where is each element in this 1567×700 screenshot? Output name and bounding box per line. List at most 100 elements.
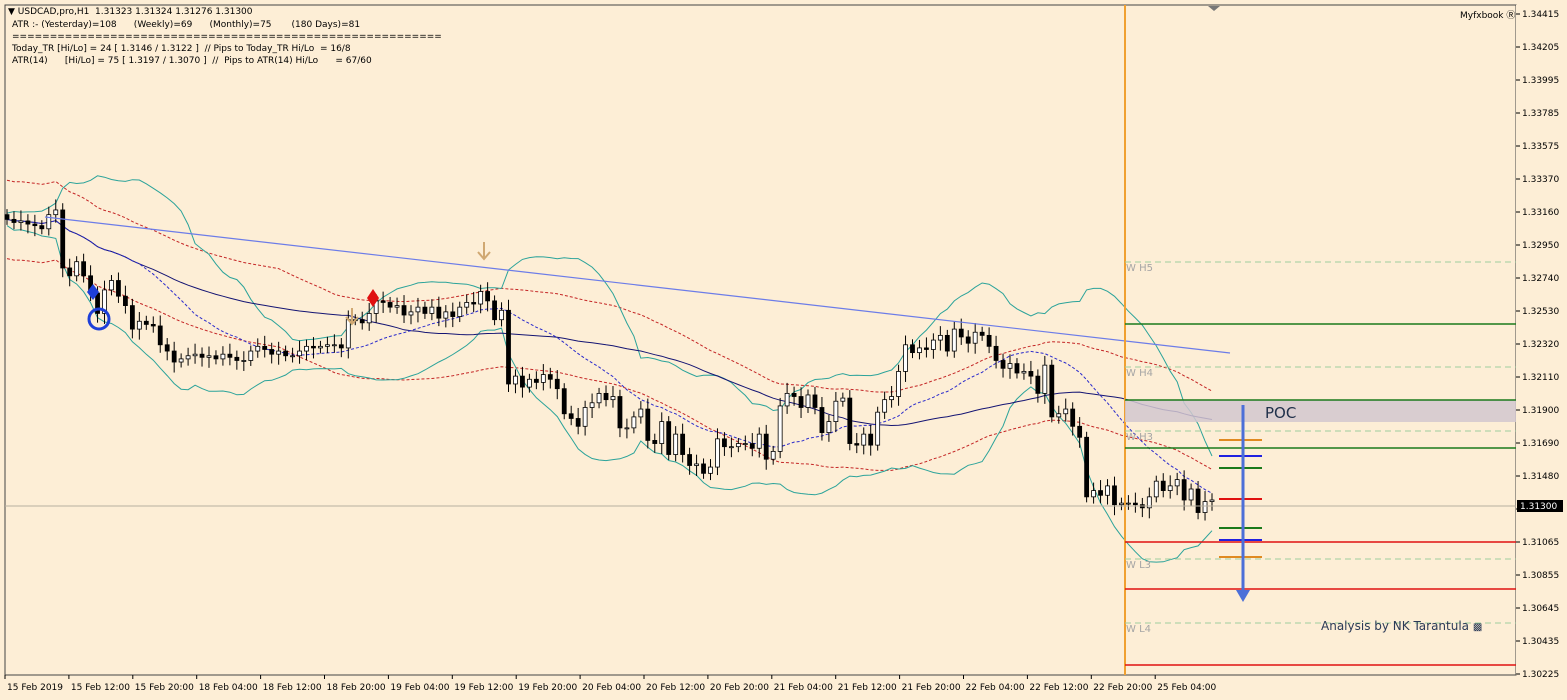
candle-body [547,374,553,380]
candle-body [561,388,567,415]
myfxbook-brand: Myfxbook Ⓡ [1460,11,1516,21]
x-tick-label: 20 Feb 20:00 [710,683,769,693]
moving-average [6,218,1213,427]
candle-body [269,349,275,355]
candle-body [53,209,59,216]
candle-body [617,396,623,429]
y-tick-label: 1.34205 [1522,43,1559,53]
candle-body [1132,502,1138,506]
x-tick-label: 15 Feb 2019 [7,683,63,693]
pivot-label-h5: W H5 [1126,263,1153,274]
candle-body [67,267,73,277]
candle-body [791,392,797,397]
candle-body [1195,488,1201,513]
candle-body [951,328,957,352]
candle-body [910,344,915,354]
candle-body [554,378,560,390]
x-tick-label: 21 Feb 04:00 [774,683,833,693]
candle-body [304,345,309,352]
candle-body [1167,485,1173,491]
collapse-triangle-icon[interactable]: ▼ [8,7,18,17]
separator-line: ========================================… [12,32,442,42]
candle-body [805,394,811,408]
candle-body [575,418,581,427]
candle-body [833,400,839,423]
candle-body [666,421,672,455]
bollinger-lower [6,225,1213,563]
candle-body [708,466,713,474]
candle-body [192,353,198,357]
candle-body [638,408,644,418]
y-tick-label: 1.33785 [1522,109,1559,119]
x-tick-label: 19 Feb 20:00 [518,683,577,693]
candle-body [164,344,170,352]
candle-body [645,408,651,441]
current-price-value: 1.31300 [1520,502,1557,512]
candle-body [896,371,901,397]
candle-body [1028,371,1034,377]
price-chart[interactable]: 1.34415 1.34205 1.33995 1.33785 1.33575 1.333… [0,0,1567,700]
candle-body [1035,375,1041,394]
x-tick-label: 19 Feb 12:00 [454,683,513,693]
y-tick-label: 1.32110 [1522,373,1559,383]
candle-body [533,378,539,383]
candle-body [903,344,908,372]
candle-body [276,350,282,355]
candle-body [1084,436,1090,498]
x-tick-label: 21 Feb 20:00 [902,683,961,693]
x-tick-label: 22 Feb 20:00 [1093,683,1152,693]
candle-body [965,336,971,344]
candle-body [109,280,114,291]
candle-body [220,353,226,360]
candle-body [1126,502,1131,505]
candle-body [1160,480,1166,491]
poc-band [1125,400,1516,422]
candle-body [157,325,163,346]
y-tick-label: 1.31690 [1522,439,1559,449]
candle-body [944,334,950,352]
candle-body [735,443,741,448]
candle-body [749,443,755,449]
candle-body [882,399,888,413]
candle-body [143,320,149,325]
candle-body [206,355,212,358]
candle-body [673,433,679,455]
candle-body [443,311,449,319]
candle-body [81,261,87,277]
y-tick-label: 1.32320 [1522,340,1559,350]
pivot-label-h4: W H4 [1126,368,1153,379]
candle-body [958,328,964,338]
today-range-info: Today_TR [Hi/Lo] = 24 [ 1.3146 / 1.3122 … [12,44,351,54]
candle-body [589,402,595,408]
y-tick-label: 1.33575 [1522,142,1559,152]
candle-body [513,375,518,385]
candle-body [478,291,484,305]
candle-body [694,463,699,466]
candle-body [847,397,853,444]
forecast-arrow-head [1236,590,1250,602]
candle-body [338,344,344,349]
scroll-marker-icon [1208,6,1220,11]
candle-body [325,344,330,347]
candle-body [11,218,17,223]
y-tick-label: 1.32740 [1522,274,1559,284]
pivot-label-h3: W H3 [1126,432,1153,443]
candle-body [979,331,985,336]
x-tick-label: 20 Feb 04:00 [582,683,641,693]
candle-body [492,300,497,321]
candle-body [1077,425,1083,438]
candle-body [520,375,525,388]
candle-body [331,344,337,347]
y-tick-label: 1.30855 [1522,571,1559,581]
candle-body [972,331,978,344]
spider-icon: ▩ [1472,622,1483,633]
candle-body [1181,479,1187,501]
candle-body [1119,502,1124,506]
atr14-info: ATR(14) [Hi/Lo] = 75 [ 1.3197 / 1.3070 ]… [12,56,372,66]
candle-body [290,355,295,358]
candle-body [1007,363,1013,369]
candle-body [150,324,156,327]
candle-body [464,302,470,308]
analysis-credit: Analysis by NK Tarantula ▩ [1321,619,1483,633]
candle-body [415,306,421,313]
